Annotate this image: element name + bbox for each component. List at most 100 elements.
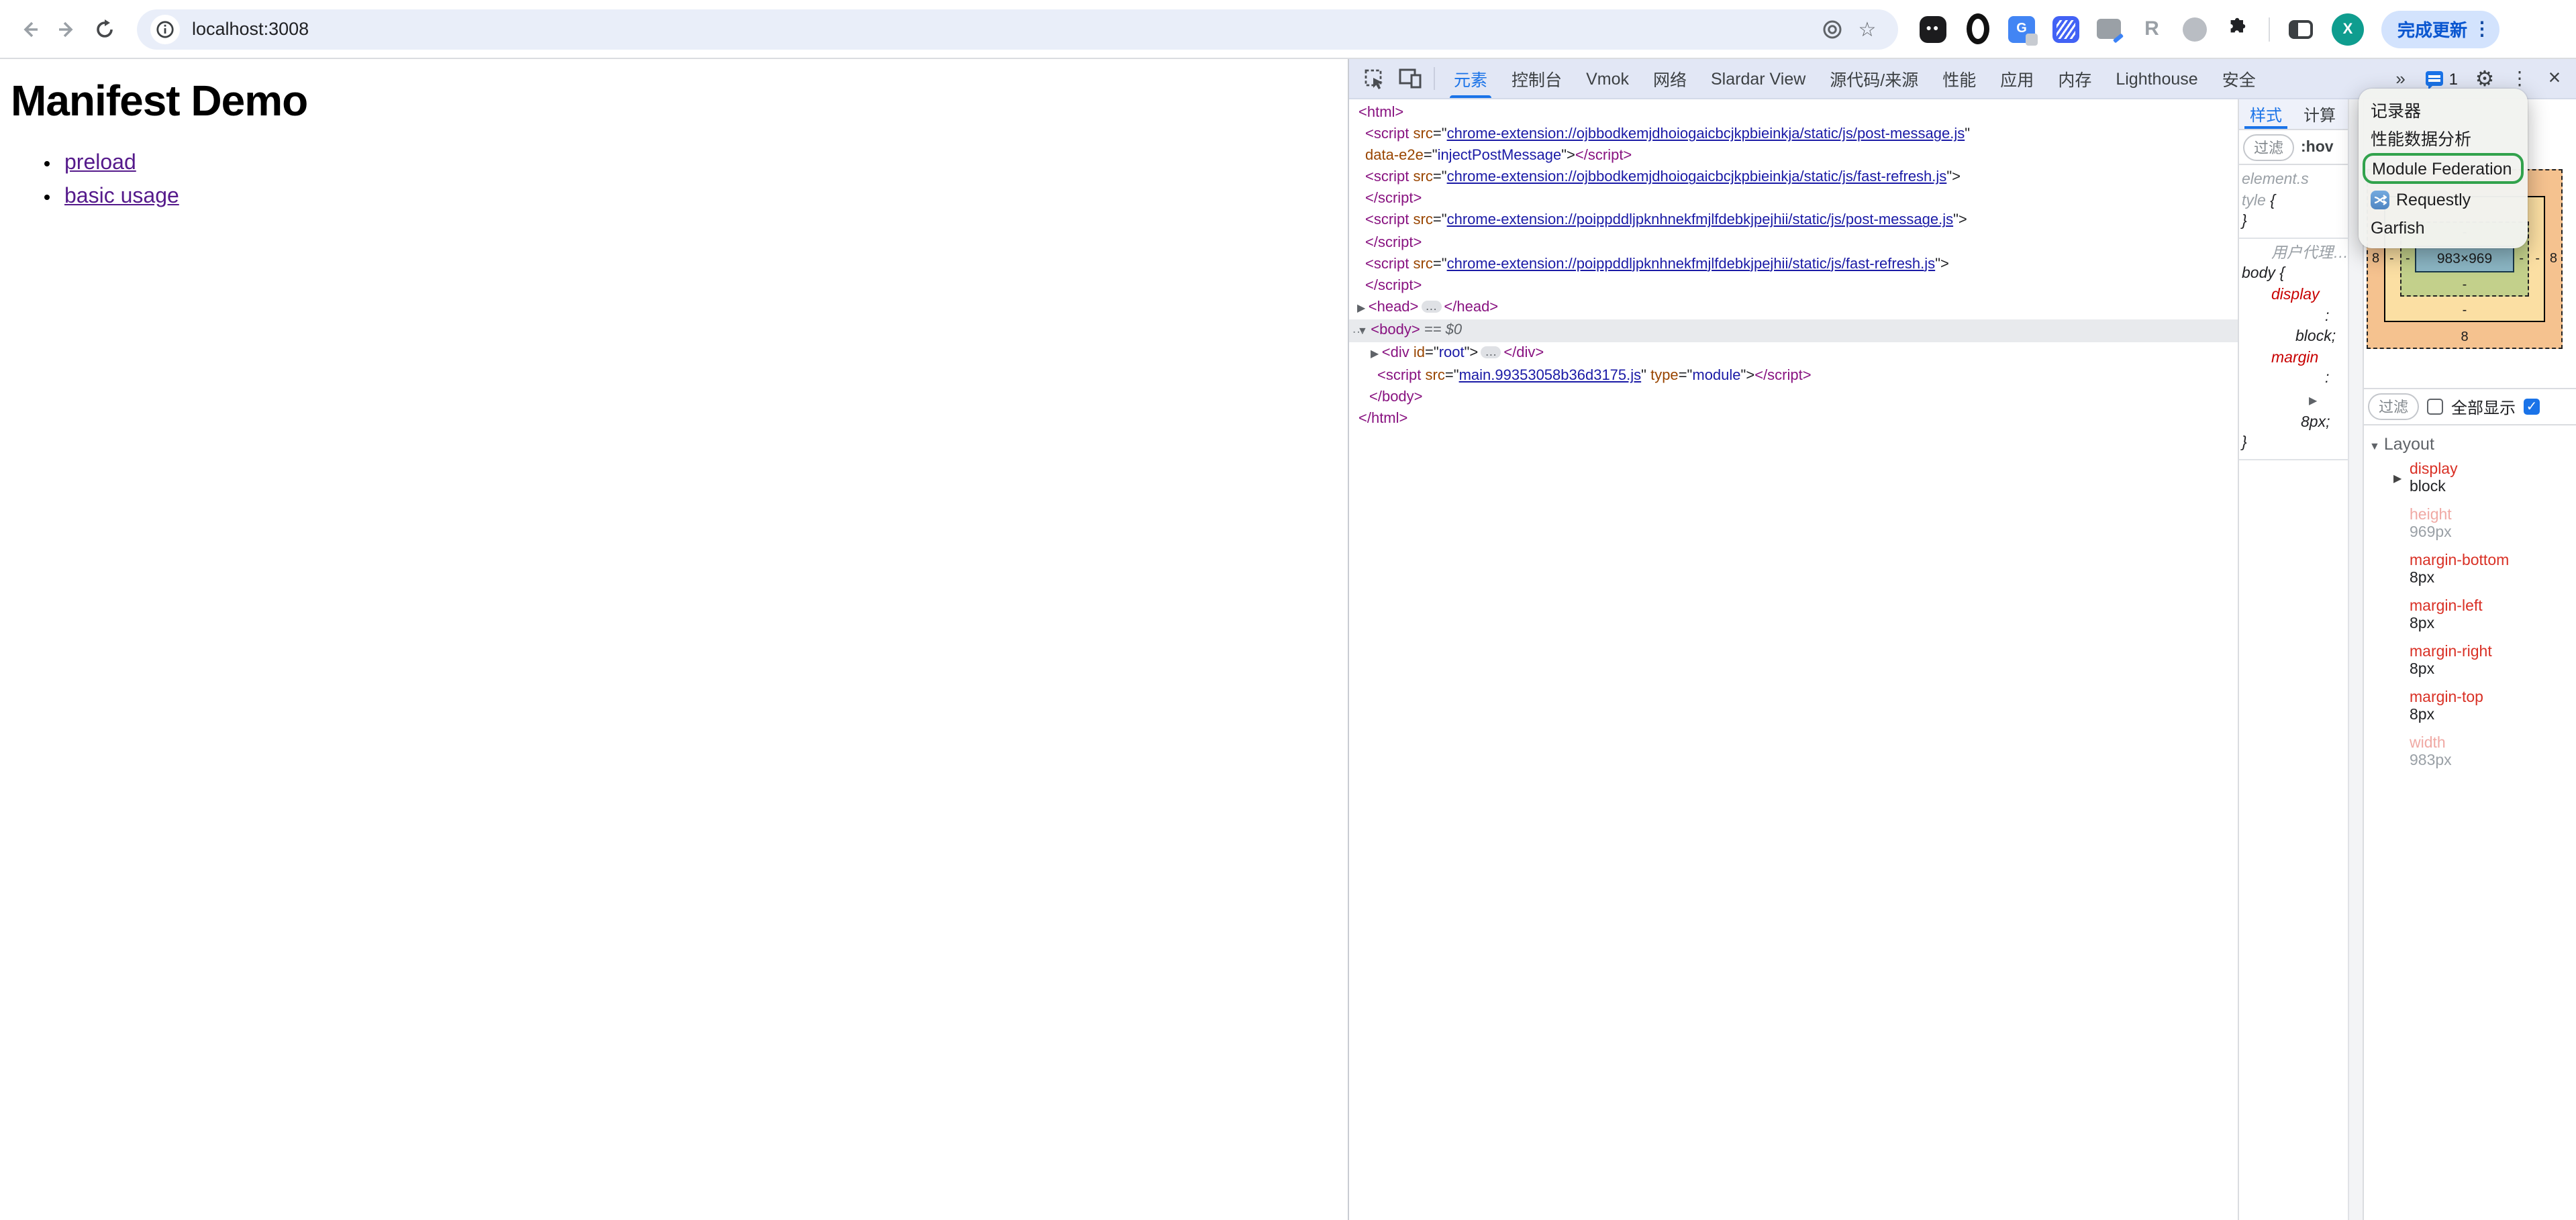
- computed-property[interactable]: width983px: [2364, 733, 2576, 778]
- computed-property-value: 8px: [2410, 616, 2576, 633]
- url-text[interactable]: localhost:3008: [192, 19, 309, 39]
- back-button-icon[interactable]: [11, 10, 48, 48]
- show-all-checkbox[interactable]: [2427, 399, 2443, 415]
- device-toolbar-icon[interactable]: [1392, 59, 1427, 98]
- style-rule-section[interactable]: 用户代理…body {display:block;margin:▶8px;}: [2239, 239, 2348, 460]
- layout-section-header[interactable]: ▼Layout: [2364, 429, 2576, 459]
- computed-property[interactable]: margin-bottom8px: [2364, 550, 2576, 596]
- page-link[interactable]: basic usage: [64, 185, 179, 208]
- devtools-tab[interactable]: 性能: [1930, 59, 1988, 98]
- address-bar[interactable]: localhost:3008 ☆: [137, 9, 1898, 49]
- style-token: display: [2271, 287, 2320, 303]
- extension-requestly-grey-icon[interactable]: R: [2138, 15, 2165, 42]
- pane-scrollbar-gutter[interactable]: [2348, 99, 2364, 1220]
- devtools-tab[interactable]: 控制台: [1499, 59, 1574, 98]
- dom-tree-line[interactable]: <script src="chrome-extension://poippddl…: [1349, 210, 2238, 232]
- profile-avatar[interactable]: X: [2332, 13, 2364, 45]
- code-token: main.99353058b36d3175.js: [1459, 368, 1642, 384]
- issues-badge[interactable]: 1: [2418, 69, 2466, 88]
- reload-button-icon[interactable]: [86, 10, 123, 48]
- disclosure-arrow-icon[interactable]: ▶: [1371, 348, 1382, 360]
- styles-sidebar-tabs: 样式计算: [2239, 99, 2348, 130]
- more-tabs-dropdown-menu: 记录器性能数据分析 Module Federation RequestlyGarfi…: [2359, 89, 2528, 248]
- style-token: block;: [2295, 329, 2336, 345]
- bookmark-star-icon[interactable]: ☆: [1850, 11, 1885, 46]
- group-checkbox[interactable]: ✓: [2524, 399, 2540, 415]
- computed-property[interactable]: height969px: [2364, 505, 2576, 550]
- page-link[interactable]: preload: [64, 152, 136, 174]
- style-token: }: [2242, 435, 2247, 451]
- forward-button-icon[interactable]: [48, 10, 86, 48]
- dom-tree-line[interactable]: <script src="main.99353058b36d3175.js" t…: [1349, 365, 2238, 387]
- devtools-close-icon[interactable]: ×: [2538, 62, 2571, 95]
- menu-item-garfish[interactable]: Garfish: [2359, 213, 2528, 242]
- extension-blue-hatch-icon[interactable]: [2052, 15, 2079, 42]
- menu-item-label: Module Federation: [2372, 159, 2512, 178]
- devtools-tab[interactable]: 安全: [2210, 59, 2268, 98]
- devtools-tab[interactable]: 网络: [1641, 59, 1699, 98]
- web-page-content: Manifest Demo preloadbasic usage: [0, 59, 1348, 1220]
- update-chrome-chip[interactable]: 完成更新 ⋮: [2381, 10, 2499, 48]
- style-rule-line: tyle {: [2239, 190, 2348, 211]
- disclosure-arrow-icon[interactable]: ▶: [2393, 470, 2401, 487]
- style-rule-section[interactable]: element.style {}: [2239, 165, 2348, 239]
- extension-dark-dots-icon[interactable]: ●●: [1920, 15, 1946, 42]
- devtools-tab[interactable]: 内存: [2046, 59, 2103, 98]
- side-panel-icon[interactable]: [2287, 15, 2314, 42]
- devtools-tab[interactable]: 源代码/来源: [1818, 59, 1930, 98]
- computed-filter-input[interactable]: 过滤: [2368, 393, 2419, 420]
- computed-property[interactable]: margin-top8px: [2364, 687, 2576, 733]
- menu-item-记录器[interactable]: 记录器: [2359, 95, 2528, 123]
- computed-property-value: block: [2410, 479, 2576, 497]
- dom-tree-line[interactable]: <script src="chrome-extension://ojbbodke…: [1349, 167, 2238, 189]
- more-tabs-button[interactable]: »: [2386, 68, 2416, 89]
- puzzle-extensions-icon[interactable]: [2224, 15, 2251, 42]
- devtools-tab[interactable]: Slardar View: [1699, 59, 1818, 98]
- devtools-tab[interactable]: Lighthouse: [2103, 59, 2210, 98]
- box-model-content[interactable]: 983×969: [2415, 246, 2514, 272]
- dom-tree-line[interactable]: ▶ <div id="root">…</div>: [1349, 342, 2238, 365]
- inspect-element-icon[interactable]: [1357, 59, 1392, 98]
- computed-property[interactable]: margin-left8px: [2364, 596, 2576, 642]
- menu-item-requestly[interactable]: Requestly: [2359, 185, 2528, 213]
- devtools-tab[interactable]: Vmok: [1574, 59, 1641, 98]
- dom-tree-line[interactable]: </script>: [1349, 275, 2238, 297]
- computed-property[interactable]: margin-right8px: [2364, 642, 2576, 687]
- expand-node-icon[interactable]: …: [1481, 346, 1501, 358]
- menu-item-性能数据分析[interactable]: 性能数据分析: [2359, 123, 2528, 152]
- dom-tree-line[interactable]: ▶ <head>…</head>: [1349, 297, 2238, 319]
- menu-item-module-federation[interactable]: Module Federation: [2363, 153, 2524, 184]
- extension-dark-oval-icon[interactable]: [1964, 15, 1991, 42]
- styles-sidebar-tab[interactable]: 样式: [2239, 99, 2293, 129]
- dom-tree-line[interactable]: data-e2e="injectPostMessage"></script>: [1349, 145, 2238, 166]
- computed-property-value: 8px: [2410, 662, 2576, 679]
- expand-node-icon[interactable]: …: [1421, 301, 1441, 313]
- extension-grey-circle-icon[interactable]: [2183, 17, 2207, 41]
- dom-tree-line[interactable]: …▼ <body> == $0: [1349, 319, 2238, 342]
- code-token: =": [1433, 126, 1447, 142]
- disclosure-arrow-icon[interactable]: ▶: [1357, 302, 1369, 314]
- styles-filter-input[interactable]: 过滤: [2243, 134, 2294, 160]
- browser-menu-icon[interactable]: ⋮: [2473, 17, 2491, 40]
- preview-eye-icon[interactable]: [1815, 11, 1850, 46]
- extension-translate-icon[interactable]: G: [2008, 15, 2035, 42]
- computed-property[interactable]: ▶displayblock: [2364, 459, 2576, 505]
- site-info-icon[interactable]: [150, 14, 180, 44]
- dom-tree-line[interactable]: <script src="chrome-extension://ojbbodke…: [1349, 123, 2238, 145]
- dom-tree-line[interactable]: <html>: [1349, 102, 2238, 123]
- styles-sidebar-tab[interactable]: 计算: [2293, 99, 2346, 129]
- browser-toolbar: localhost:3008 ☆ ●● G R X 完成更新 ⋮: [0, 0, 2576, 59]
- dom-tree-line[interactable]: </script>: [1349, 232, 2238, 253]
- dom-tree-line[interactable]: <script src="chrome-extension://poippddl…: [1349, 253, 2238, 274]
- devtools-tab[interactable]: 应用: [1988, 59, 2046, 98]
- extension-printer-icon[interactable]: [2097, 19, 2121, 39]
- menu-item-label: 记录器: [2371, 97, 2421, 122]
- dom-tree-line[interactable]: </body>: [1349, 387, 2238, 408]
- pseudo-state-toggle[interactable]: :hov: [2301, 139, 2334, 155]
- dom-tree-line[interactable]: </html>: [1349, 409, 2238, 430]
- computed-property-value: 8px: [2410, 707, 2576, 725]
- dom-tree-line[interactable]: </script>: [1349, 189, 2238, 210]
- devtools-tab[interactable]: 元素: [1442, 59, 1499, 98]
- node-menu-dots-icon[interactable]: …: [1352, 319, 1365, 341]
- code-token: ">: [1741, 368, 1755, 384]
